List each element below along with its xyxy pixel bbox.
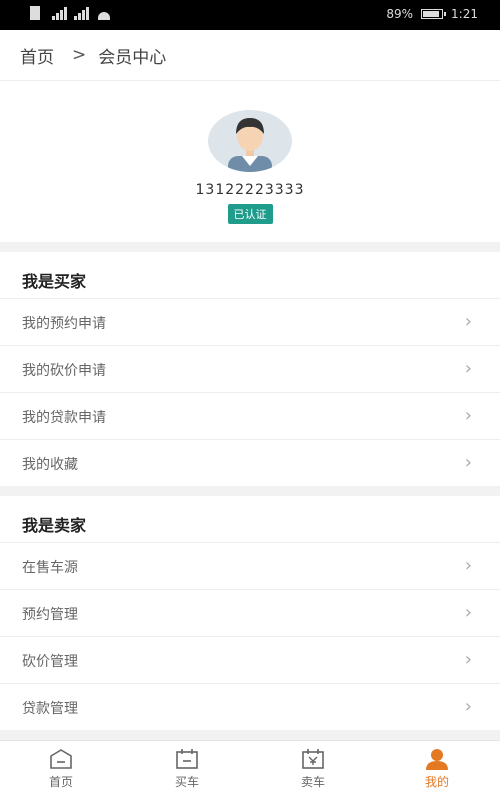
tab-label: 买车	[174, 775, 199, 789]
wifi-icon	[96, 6, 112, 20]
signal-indicators	[30, 6, 112, 20]
avatar[interactable]	[208, 110, 292, 172]
menu-item-my-appointments[interactable]: 我的预约申请 ›	[0, 298, 500, 345]
chevron-right-icon: ›	[464, 555, 472, 576]
breadcrumb-home-link[interactable]: 首页	[20, 43, 54, 68]
menu-item-loan-management[interactable]: 贷款管理 ›	[0, 683, 500, 730]
chevron-right-icon: >	[72, 45, 87, 65]
user-avatar-icon	[228, 118, 272, 172]
user-phone: 13122223333	[195, 182, 305, 198]
user-icon	[426, 749, 448, 770]
chevron-right-icon: ›	[464, 311, 472, 332]
tab-buy-car[interactable]: 买车	[152, 747, 222, 790]
menu-item-my-loans[interactable]: 我的贷款申请 ›	[0, 392, 500, 439]
menu-item-cars-on-sale[interactable]: 在售车源 ›	[0, 542, 500, 589]
tab-mine[interactable]: 我的	[402, 747, 472, 790]
verified-badge: 已认证	[227, 204, 273, 224]
home-icon	[50, 749, 72, 769]
menu-item-appointment-management[interactable]: 预约管理 ›	[0, 589, 500, 636]
tab-label: 我的	[424, 775, 449, 789]
section-divider	[0, 242, 500, 252]
chevron-right-icon: ›	[464, 405, 472, 426]
seller-section-title: 我是卖家	[22, 516, 87, 535]
menu-item-label: 砍价管理	[22, 654, 78, 670]
signal-icon	[52, 6, 68, 20]
chevron-right-icon: ›	[464, 696, 472, 717]
profile-card: 13122223333 已认证	[0, 80, 500, 242]
battery-percent: 89%	[386, 7, 414, 21]
menu-item-label: 贷款管理	[22, 701, 78, 717]
signal-icon	[74, 6, 90, 20]
chevron-right-icon: ›	[464, 649, 472, 670]
chevron-right-icon: ›	[464, 452, 472, 473]
status-bar: 89% 1:21	[0, 0, 500, 30]
chevron-right-icon: ›	[464, 358, 472, 379]
breadcrumb: 首页 > 会员中心	[0, 30, 500, 81]
menu-item-label: 我的收藏	[22, 457, 78, 473]
menu-item-label: 我的砍价申请	[22, 363, 106, 379]
menu-item-label: 在售车源	[22, 560, 78, 576]
clock: 1:21	[451, 7, 478, 21]
battery-icon	[421, 9, 447, 19]
tab-sell-car[interactable]: 卖车	[278, 747, 348, 790]
menu-item-label: 我的预约申请	[22, 316, 106, 332]
sim-icon	[30, 6, 46, 20]
tab-label: 卖车	[300, 775, 325, 789]
menu-item-label: 预约管理	[22, 607, 78, 623]
tab-home[interactable]: 首页	[26, 747, 96, 790]
sell-car-icon	[302, 749, 324, 769]
menu-item-my-bargains[interactable]: 我的砍价申请 ›	[0, 345, 500, 392]
tab-label: 首页	[48, 775, 73, 789]
menu-item-label: 我的贷款申请	[22, 410, 106, 426]
buy-car-icon	[176, 749, 198, 769]
section-divider	[0, 486, 500, 496]
buyer-section-title: 我是买家	[22, 272, 87, 291]
section-divider	[0, 730, 500, 740]
chevron-right-icon: ›	[464, 602, 472, 623]
page-title: 会员中心	[98, 47, 167, 68]
menu-item-my-favorites[interactable]: 我的收藏 ›	[0, 439, 500, 486]
menu-item-bargain-management[interactable]: 砍价管理 ›	[0, 636, 500, 683]
bottom-tab-bar: 首页 买车 卖车 我的	[0, 740, 500, 801]
